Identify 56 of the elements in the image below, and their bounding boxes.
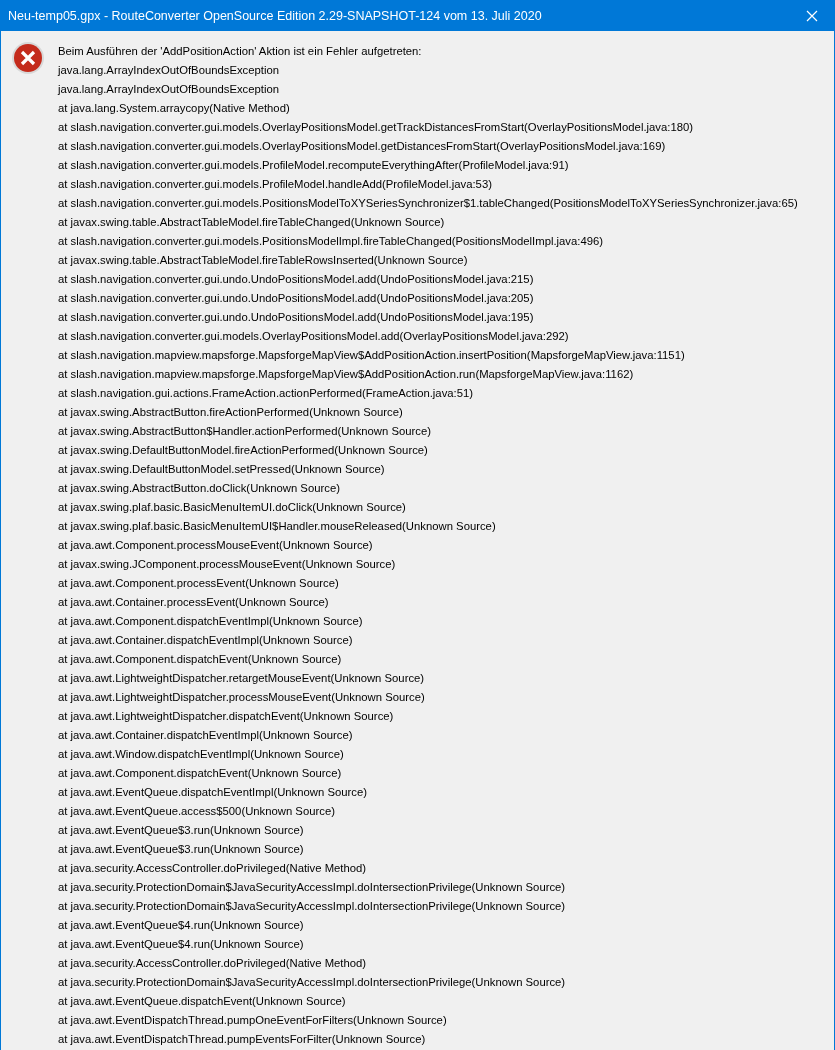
message-line: at java.awt.EventQueue.dispatchEvent(Unknown Source) bbox=[58, 994, 347, 1009]
message-line: at javax.swing.plaf.basic.BasicMenuItemUI$Handler.mouseReleased(Unknown Source) bbox=[58, 519, 497, 534]
message-line: java.lang.ArrayIndexOutOfBoundsException bbox=[58, 63, 281, 78]
message-line: at java.awt.EventQueue$3.run(Unknown Source) bbox=[58, 842, 305, 857]
window-title: Neu-temp05.gpx - RouteConverter OpenSource Edition 2.29-SNAPSHOT-124 vom 13. Juli 2020 bbox=[8, 8, 543, 23]
message-line: at java.awt.EventDispatchThread.pumpOneEventForFilters(Unknown Source) bbox=[58, 1013, 448, 1028]
message-line: at slash.navigation.converter.gui.models.PositionsModelImpl.fireTableChanged(PositionsModelImpl.java:496) bbox=[58, 234, 605, 249]
message-line: at java.awt.Component.dispatchEventImpl(Unknown Source) bbox=[58, 614, 364, 629]
close-icon bbox=[806, 9, 818, 22]
error-icon bbox=[11, 41, 45, 75]
message-line: at java.awt.Component.dispatchEvent(Unknown Source) bbox=[58, 766, 343, 781]
message-line: at java.awt.EventDispatchThread.pumpEventsForFilter(Unknown Source) bbox=[58, 1032, 427, 1047]
message-line: at java.awt.Component.processEvent(Unknown Source) bbox=[58, 576, 340, 591]
message-line: at java.security.AccessController.doPrivileged(Native Method) bbox=[58, 861, 368, 876]
message-line: at javax.swing.DefaultButtonModel.fireActionPerformed(Unknown Source) bbox=[58, 443, 429, 458]
message-line: at java.security.ProtectionDomain$JavaSecurityAccessImpl.doIntersectionPrivilege(Unknown Source) bbox=[58, 975, 567, 990]
message-line: java.lang.ArrayIndexOutOfBoundsException bbox=[58, 82, 281, 97]
message-line: at java.security.ProtectionDomain$JavaSecurityAccessImpl.doIntersectionPrivilege(Unknown Source) bbox=[58, 880, 567, 895]
message-line: at java.awt.LightweightDispatcher.processMouseEvent(Unknown Source) bbox=[58, 690, 426, 705]
message-line: at java.awt.Container.dispatchEventImpl(Unknown Source) bbox=[58, 728, 354, 743]
message-line: at slash.navigation.converter.gui.models.OverlayPositionsModel.getDistancesFromStart(OverlayPositionsModel.java:169) bbox=[58, 139, 667, 154]
message-line: at java.security.ProtectionDomain$JavaSecurityAccessImpl.doIntersectionPrivilege(Unknown Source) bbox=[58, 899, 567, 914]
message-line: Beim Ausführen der 'AddPositionAction' Aktion ist ein Fehler aufgetreten: bbox=[58, 44, 423, 59]
message-line: at slash.navigation.converter.gui.undo.UndoPositionsModel.add(UndoPositionsModel.java:205) bbox=[58, 291, 535, 306]
message-line: at javax.swing.JComponent.processMouseEvent(Unknown Source) bbox=[58, 557, 397, 572]
message-line: at slash.navigation.mapview.mapsforge.MapsforgeMapView$AddPositionAction.run(MapsforgeMapView.java:1162) bbox=[58, 367, 635, 382]
message-line: at java.awt.Container.processEvent(Unknown Source) bbox=[58, 595, 330, 610]
message-line: at java.awt.Container.dispatchEventImpl(Unknown Source) bbox=[58, 633, 354, 648]
message-line: at java.awt.Window.dispatchEventImpl(Unknown Source) bbox=[58, 747, 345, 762]
message-line: at java.awt.EventQueue$3.run(Unknown Source) bbox=[58, 823, 305, 838]
message-line: at slash.navigation.converter.gui.models.ProfileModel.handleAdd(ProfileModel.java:53) bbox=[58, 177, 493, 192]
message-line: at java.awt.Component.dispatchEvent(Unknown Source) bbox=[58, 652, 343, 667]
message-line: at slash.navigation.converter.gui.undo.UndoPositionsModel.add(UndoPositionsModel.java:215) bbox=[58, 272, 535, 287]
message-line: at java.awt.EventQueue.access$500(Unknown Source) bbox=[58, 804, 336, 819]
message-line: at slash.navigation.converter.gui.undo.UndoPositionsModel.add(UndoPositionsModel.java:195) bbox=[58, 310, 535, 325]
message-line: at java.lang.System.arraycopy(Native Method) bbox=[58, 101, 291, 116]
message-line: at slash.navigation.converter.gui.models.OverlayPositionsModel.getTrackDistancesFromStart(OverlayPositionsModel.java:180) bbox=[58, 120, 694, 135]
message-line: at java.awt.EventQueue$4.run(Unknown Source) bbox=[58, 937, 305, 952]
message-line: at java.awt.LightweightDispatcher.retargetMouseEvent(Unknown Source) bbox=[58, 671, 426, 686]
message-line: at javax.swing.plaf.basic.BasicMenuItemUI.doClick(Unknown Source) bbox=[58, 500, 407, 515]
message-line: at slash.navigation.converter.gui.models.PositionsModelToXYSeriesSynchronizer$1.tableChanged(PositionsModelToXYSeriesSynchronizer.java:65) bbox=[58, 196, 798, 211]
message-line: at java.awt.EventQueue$4.run(Unknown Source) bbox=[58, 918, 305, 933]
message-line: at java.awt.EventQueue.dispatchEventImpl(Unknown Source) bbox=[58, 785, 368, 800]
message-line: at javax.swing.table.AbstractTableModel.fireTableChanged(Unknown Source) bbox=[58, 215, 446, 230]
message-line: at slash.navigation.converter.gui.models.OverlayPositionsModel.add(OverlayPositionsModel.java:292) bbox=[58, 329, 570, 344]
message-line: at javax.swing.table.AbstractTableModel.fireTableRowsInserted(Unknown Source) bbox=[58, 253, 469, 268]
message-line: at slash.navigation.mapview.mapsforge.MapsforgeMapView$AddPositionAction.insertPosition(MapsforgeMapView.java:1151) bbox=[58, 348, 686, 363]
message-line: at javax.swing.AbstractButton.fireActionPerformed(Unknown Source) bbox=[58, 405, 404, 420]
message-line: at slash.navigation.gui.actions.FrameAction.actionPerformed(FrameAction.java:51) bbox=[58, 386, 475, 401]
message-line: at java.awt.LightweightDispatcher.dispatchEvent(Unknown Source) bbox=[58, 709, 395, 724]
message-line: at javax.swing.AbstractButton.doClick(Unknown Source) bbox=[58, 481, 341, 496]
message-line: at slash.navigation.converter.gui.models.ProfileModel.recomputeEverythingAfter(ProfileModel.java:91) bbox=[58, 158, 570, 173]
message-line: at javax.swing.DefaultButtonModel.setPressed(Unknown Source) bbox=[58, 462, 386, 477]
message-line: at java.awt.Component.processMouseEvent(Unknown Source) bbox=[58, 538, 374, 553]
message-line: at javax.swing.AbstractButton$Handler.actionPerformed(Unknown Source) bbox=[58, 424, 432, 439]
message-line: at java.security.AccessController.doPrivileged(Native Method) bbox=[58, 956, 368, 971]
